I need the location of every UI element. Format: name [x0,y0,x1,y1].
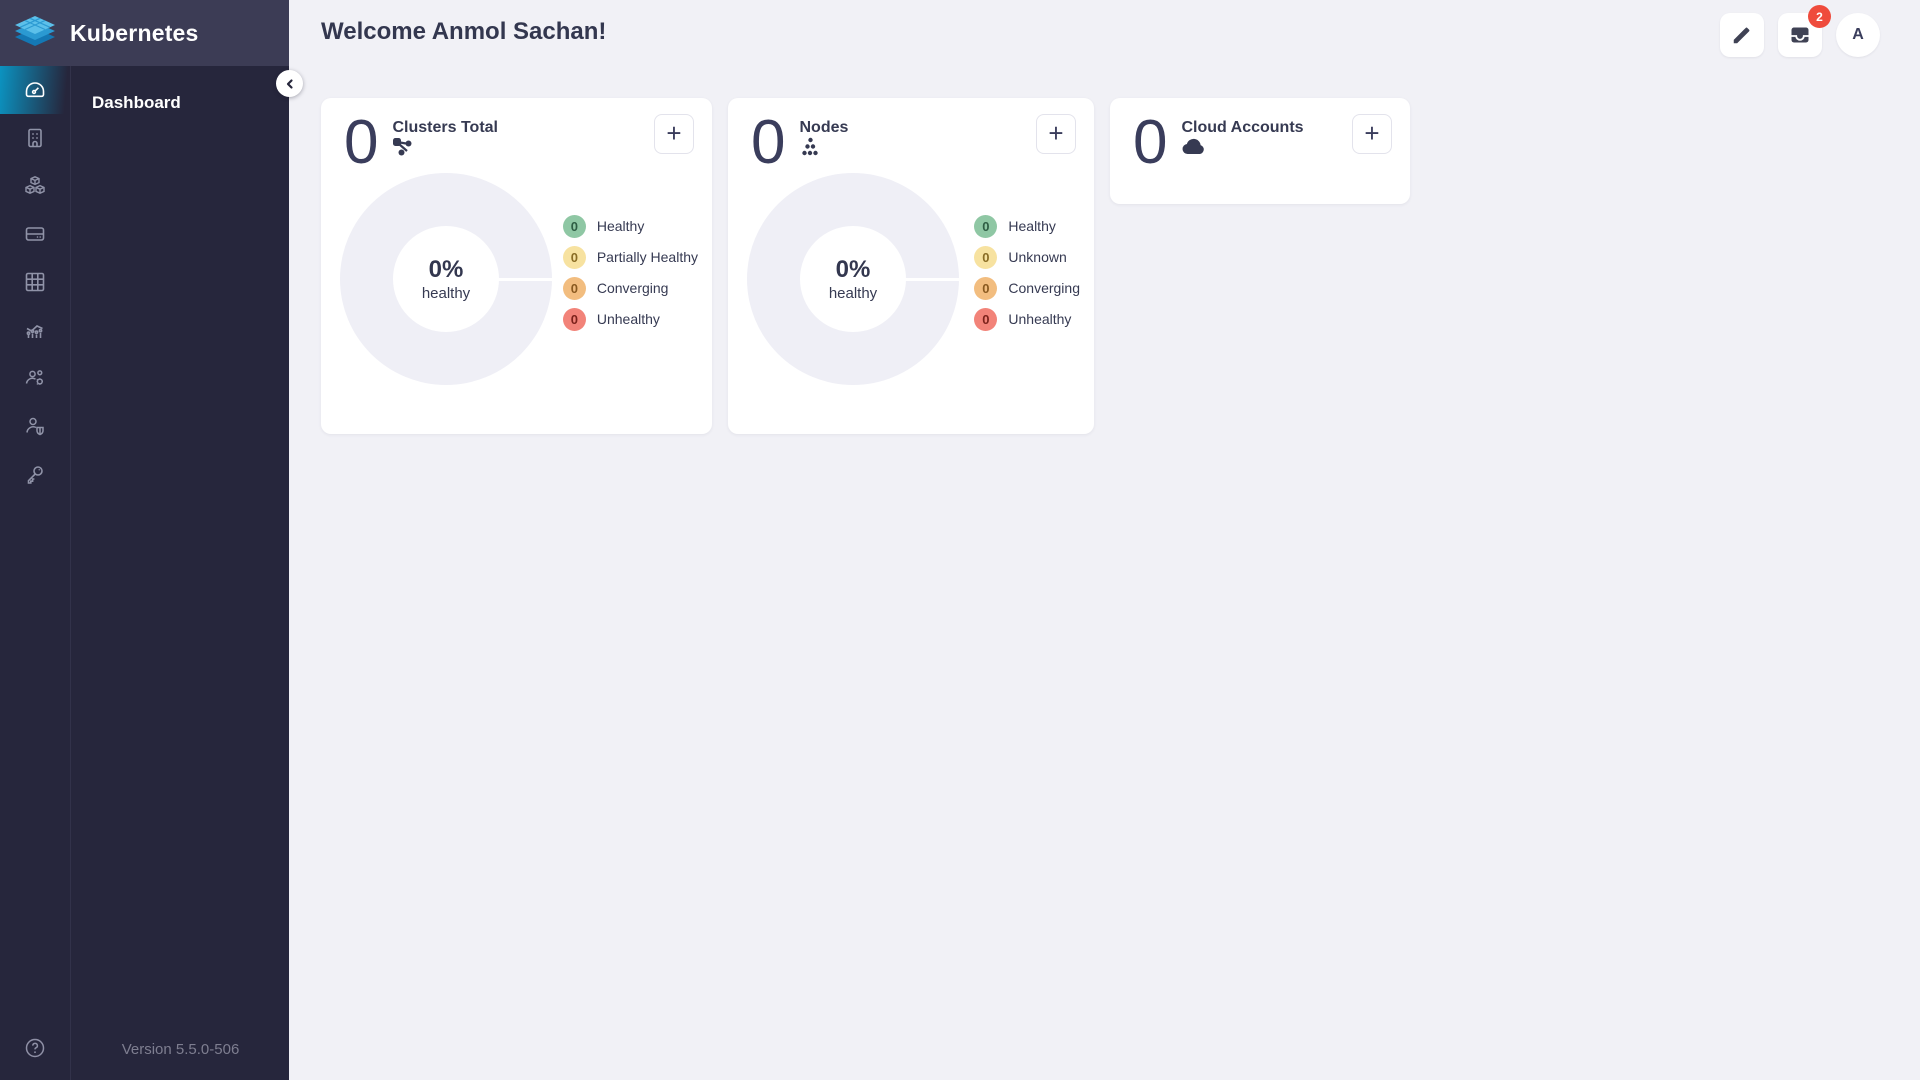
add-node-button[interactable]: + [1036,114,1076,154]
clusters-health-donut: 0% healthy [340,173,552,385]
clusters-total-card: 0 Clusters Total + [321,98,712,434]
card-title: Cloud Accounts [1181,119,1303,136]
sidebar-item-dashboard-label[interactable]: Dashboard [72,66,289,113]
building-icon [23,126,47,150]
clusters-legend: 0 Healthy 0 Partially Healthy 0 Convergi… [563,215,702,331]
clusters-count: 0 [344,114,377,173]
sidebar-item-clusters[interactable] [0,114,70,162]
donut-caption: healthy [829,285,877,302]
unknown-count-badge: 0 [974,246,997,269]
nodes-health-donut: 0% healthy [747,173,959,385]
help-circle-icon [23,1036,47,1060]
nodes-dots-icon [799,137,848,157]
card-title: Clusters Total [392,119,498,136]
legend-item: 0 Healthy [974,215,1080,238]
brand-header: Kubernetes [0,0,289,66]
page-title: Welcome Anmol Sachan! [321,18,606,46]
add-cloud-account-button[interactable]: + [1352,114,1392,154]
version-label: Version 5.5.0-506 [72,1041,289,1058]
healthy-count-badge: 0 [974,215,997,238]
sidebar-item-insights[interactable] [0,306,70,354]
cubes-icon [23,174,47,198]
sidebar-item-secrets[interactable] [0,450,70,498]
analytics-chart-icon [23,318,47,342]
sidebar-item-identity-providers[interactable] [0,354,70,402]
legend-item: 0 Healthy [563,215,698,238]
legend-item: 0 Unhealthy [563,308,698,331]
card-head: 0 Cloud Accounts + [1110,98,1410,173]
cloud-icon [1181,137,1303,155]
legend-item: 0 Partially Healthy [563,246,698,269]
cloud-accounts-card: 0 Cloud Accounts + [1110,98,1410,204]
grid-icon [23,270,47,294]
sidebar-item-dashboard[interactable] [0,66,70,114]
donut-gap [498,278,552,281]
summary-cards: 0 Clusters Total + [321,98,1410,434]
sidebar-panel: Dashboard Version 5.5.0-506 [72,66,289,1080]
chevron-left-icon [284,78,296,90]
sidebar-item-help[interactable] [0,1016,70,1080]
notification-count-badge: 2 [1808,5,1831,28]
sidebar-item-workspaces[interactable] [0,162,70,210]
donut-percent: 0% [429,256,464,284]
converging-count-badge: 0 [563,277,586,300]
unhealthy-count-badge: 0 [563,308,586,331]
avatar[interactable]: A [1836,13,1880,57]
add-cluster-button[interactable]: + [654,114,694,154]
donut-percent: 0% [836,256,871,284]
users-gear-icon [23,366,47,390]
dashboard-gauge-icon [23,78,47,102]
sidebar-item-applications[interactable] [0,258,70,306]
legend-item: 0 Unhealthy [974,308,1080,331]
legend-item: 0 Unknown [974,246,1080,269]
sidebar-item-access-control[interactable] [0,402,70,450]
sidebar-item-infrastructure[interactable] [0,210,70,258]
card-head: 0 Nodes + [728,98,1094,173]
converging-count-badge: 0 [974,277,997,300]
donut-caption: healthy [422,285,470,302]
unhealthy-count-badge: 0 [974,308,997,331]
nodes-count: 0 [751,114,784,173]
card-title: Nodes [799,119,848,136]
rail-spacer [0,498,70,1016]
legend-item: 0 Converging [974,277,1080,300]
nodes-legend: 0 Healthy 0 Unknown 0 Converging 0 Unhea… [974,215,1084,331]
nodes-card: 0 Nodes + [728,98,1094,434]
inbox-tray-icon [1788,23,1812,47]
key-icon [23,462,47,486]
edit-button[interactable] [1720,13,1764,57]
pencil-icon [1731,24,1753,46]
sidebar: Kubernetes [0,0,289,1080]
partially-healthy-count-badge: 0 [563,246,586,269]
cloud-accounts-count: 0 [1133,114,1166,173]
legend-item: 0 Converging [563,277,698,300]
main-content: Welcome Anmol Sachan! 2 A [289,0,1920,1080]
user-shield-icon [23,414,47,438]
icon-rail [0,66,71,1080]
brand-name: Kubernetes [70,20,199,47]
healthy-count-badge: 0 [563,215,586,238]
notifications-button[interactable]: 2 [1778,13,1822,57]
kubernetes-logo-icon [13,14,57,52]
card-head: 0 Clusters Total + [321,98,712,173]
header-actions: 2 A [1720,13,1880,57]
sidebar-collapse-button[interactable] [276,70,303,97]
server-icon [23,222,47,246]
cluster-network-icon [392,137,498,157]
donut-gap [905,278,959,281]
